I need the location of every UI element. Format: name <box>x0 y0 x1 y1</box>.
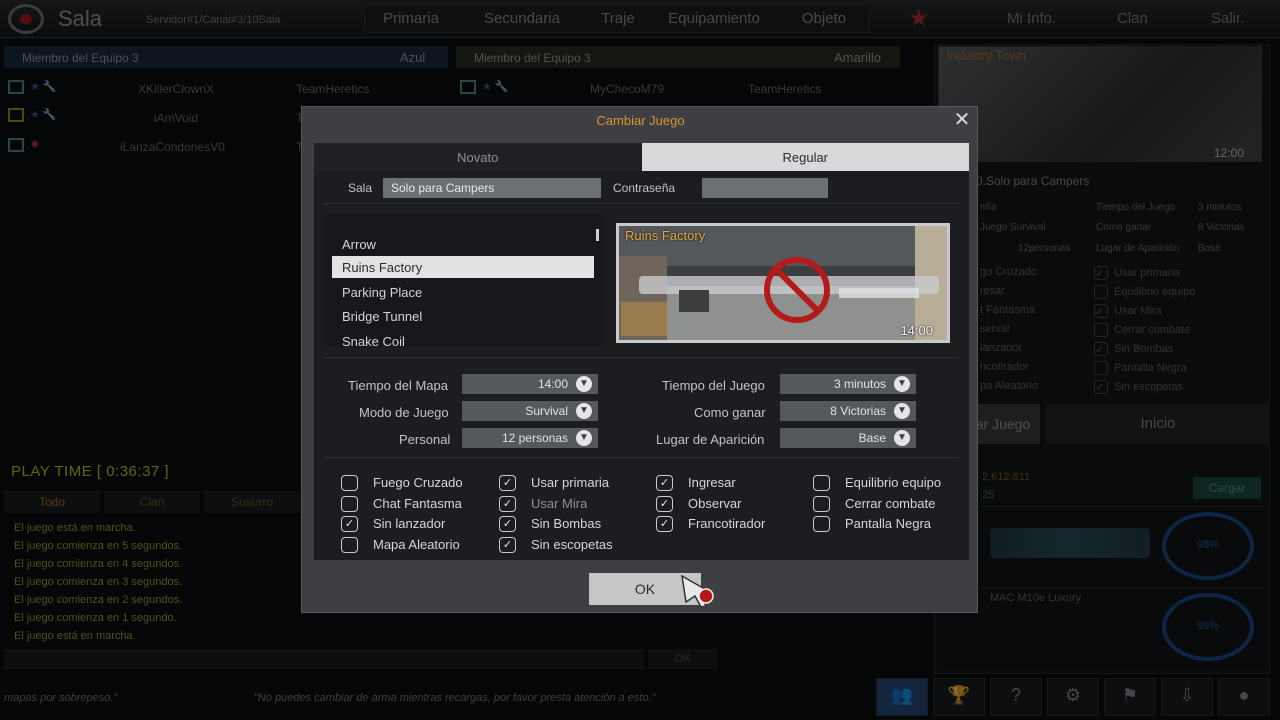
checkbox[interactable]: ✓ <box>499 496 516 512</box>
map-item-bridge-tunnel[interactable]: Bridge Tunnel <box>332 305 594 327</box>
win-condition-label: Como ganar <box>694 405 766 420</box>
checkbox[interactable] <box>813 496 830 512</box>
chevron-down-icon: ▼ <box>894 376 910 392</box>
scrollbar-thumb[interactable] <box>596 229 599 241</box>
checkbox[interactable]: ✓ <box>656 496 673 512</box>
checkbox[interactable]: ✓ <box>341 516 358 532</box>
dialog-title: Cambiar Juego <box>596 113 685 128</box>
divider <box>324 457 959 458</box>
chevron-down-icon: ▼ <box>894 430 910 446</box>
room-name-field[interactable]: Solo para Campers <box>383 178 601 198</box>
spawn-select[interactable]: Base ▼ <box>780 428 916 448</box>
tab-novato[interactable]: Novato <box>314 143 642 171</box>
map-item-snake-coil[interactable]: Snake Coil <box>332 330 594 352</box>
close-icon[interactable]: ✕ <box>951 109 973 131</box>
map-preview-image <box>619 226 947 340</box>
mode-tabs: Novato Regular <box>314 143 969 171</box>
preview-map-time: 14:00 <box>900 323 933 338</box>
preview-map-name: Ruins Factory <box>625 228 706 243</box>
game-mode-select[interactable]: Survival ▼ <box>462 401 598 421</box>
map-item-arrow[interactable]: Arrow <box>332 233 594 255</box>
mouse-cursor-icon <box>681 574 714 608</box>
chevron-down-icon: ▼ <box>576 430 592 446</box>
change-game-dialog: Cambiar Juego ✕ Novato Regular Sala Solo… <box>301 106 978 613</box>
checkbox[interactable] <box>341 475 358 491</box>
checkbox[interactable] <box>341 496 358 512</box>
map-time-label: Tiempo del Mapa <box>348 378 448 393</box>
players-label: Personal <box>399 432 451 447</box>
spawn-label: Lugar de Aparición <box>656 432 765 447</box>
divider <box>324 357 959 358</box>
map-preview: Ruins Factory 14:00 <box>616 223 950 343</box>
map-time-select[interactable]: 14:00 ▼ <box>462 374 598 394</box>
win-condition-select[interactable]: 8 Victorias ▼ <box>780 401 916 421</box>
map-item-parking-place[interactable]: Parking Place <box>332 281 594 303</box>
game-time-label: Tiempo del Juego <box>662 378 765 393</box>
checkbox[interactable] <box>813 475 830 491</box>
checkbox[interactable] <box>341 537 358 553</box>
game-time-select[interactable]: 3 minutos ▼ <box>780 374 916 394</box>
checkbox[interactable]: ✓ <box>656 475 673 491</box>
checkbox[interactable] <box>813 516 830 532</box>
divider <box>324 203 959 204</box>
checkbox[interactable]: ✓ <box>499 516 516 532</box>
password-label: Contraseña <box>613 181 676 195</box>
chevron-down-icon: ▼ <box>576 403 592 419</box>
password-field[interactable] <box>702 178 828 198</box>
dialog-body: Sala Solo para Campers Contraseña Arrow … <box>314 171 969 560</box>
checkbox[interactable]: ✓ <box>499 475 516 491</box>
tab-regular[interactable]: Regular <box>641 143 969 171</box>
game-mode-label: Modo de Juego <box>359 405 449 420</box>
checkbox[interactable]: ✓ <box>499 537 516 553</box>
map-item-ruins-factory[interactable]: Ruins Factory <box>332 256 594 278</box>
chevron-down-icon: ▼ <box>576 376 592 392</box>
room-label: Sala <box>348 181 373 195</box>
chevron-down-icon: ▼ <box>894 403 910 419</box>
players-select[interactable]: 12 personas ▼ <box>462 428 598 448</box>
checkbox[interactable]: ✓ <box>656 516 673 532</box>
